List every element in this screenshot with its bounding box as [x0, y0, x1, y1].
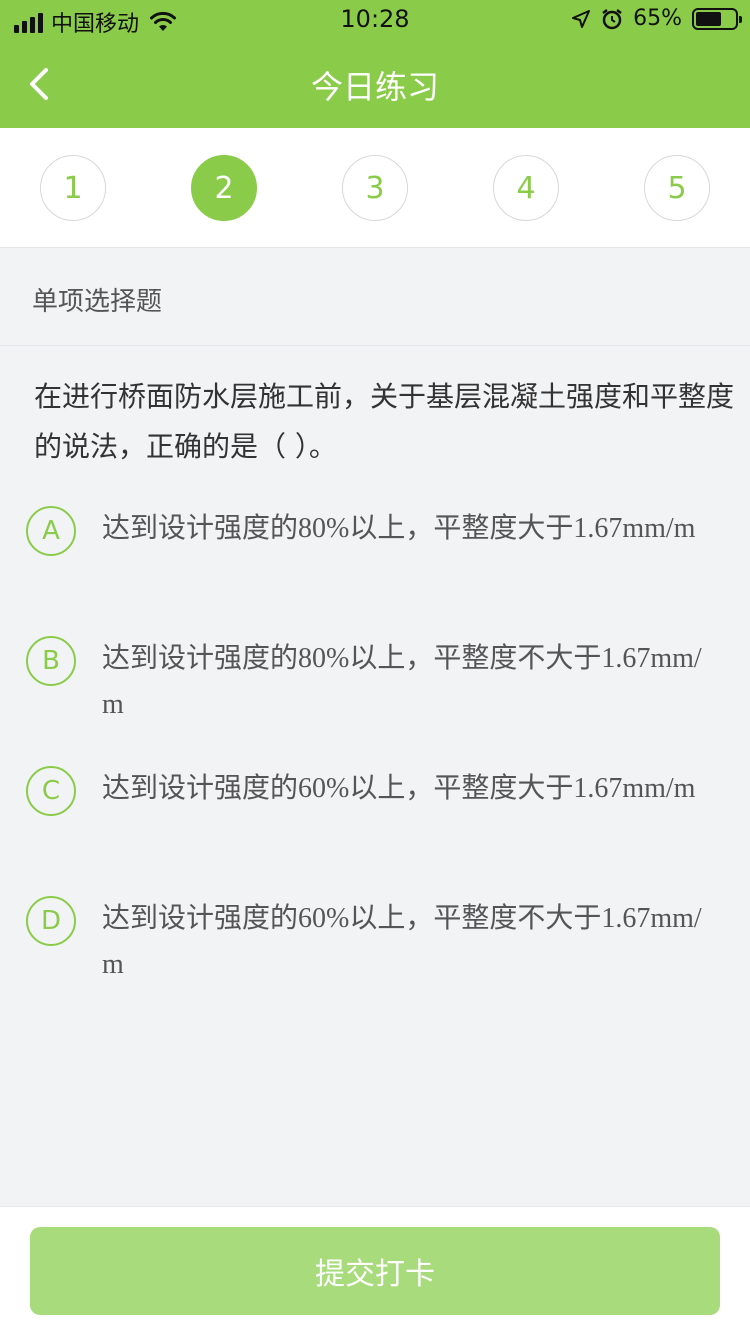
- question-number-bar: 1 2 3 4 5: [0, 128, 750, 248]
- battery-icon: [692, 7, 742, 30]
- option-letter: B: [26, 636, 76, 686]
- battery-percent: 65%: [633, 6, 682, 31]
- app-header: 中国移动 10:28 65% 今日练习: [0, 0, 750, 128]
- question-number-4[interactable]: 4: [493, 155, 559, 221]
- option-letter: D: [26, 896, 76, 946]
- question-number-1[interactable]: 1: [40, 155, 106, 221]
- question-text: 在进行桥面防水层施工前，关于基层混凝土强度和平整度的说法，正确的是（ ）。: [34, 380, 735, 463]
- option-text: 达到设计强度的60%以上，平整度大于1.67mm/m: [102, 773, 696, 804]
- page-title: 今日练习: [310, 68, 439, 106]
- option-letter: C: [26, 766, 76, 816]
- location-icon: [572, 9, 591, 28]
- option-b[interactable]: B 达到设计强度的80%以上，平整度不大于1.67mm/m: [26, 636, 726, 736]
- alarm-icon: [602, 8, 622, 29]
- option-text: 达到设计强度的60%以上，平整度不大于1.67mm/m: [102, 903, 702, 980]
- question-number-3[interactable]: 3: [342, 155, 408, 221]
- option-a[interactable]: A 达到设计强度的80%以上，平整度大于1.67mm/m: [26, 506, 726, 606]
- submit-checkin-button[interactable]: 提交打卡: [30, 1227, 720, 1315]
- question-type-label: 单项选择题: [0, 249, 750, 346]
- option-text: 达到设计强度的80%以上，平整度大于1.67mm/m: [102, 513, 696, 544]
- question-number-2[interactable]: 2: [191, 155, 257, 221]
- question-number-5[interactable]: 5: [644, 155, 710, 221]
- status-bar: 中国移动 10:28 65%: [0, 0, 750, 40]
- battery-level: [696, 11, 721, 26]
- option-text: 达到设计强度的80%以上，平整度不大于1.67mm/m: [102, 643, 702, 720]
- option-letter: A: [26, 506, 76, 556]
- footer-bar: 提交打卡: [0, 1206, 750, 1334]
- option-c[interactable]: C 达到设计强度的60%以上，平整度大于1.67mm/m: [26, 766, 726, 866]
- option-d[interactable]: D 达到设计强度的60%以上，平整度不大于1.67mm/m: [26, 896, 726, 996]
